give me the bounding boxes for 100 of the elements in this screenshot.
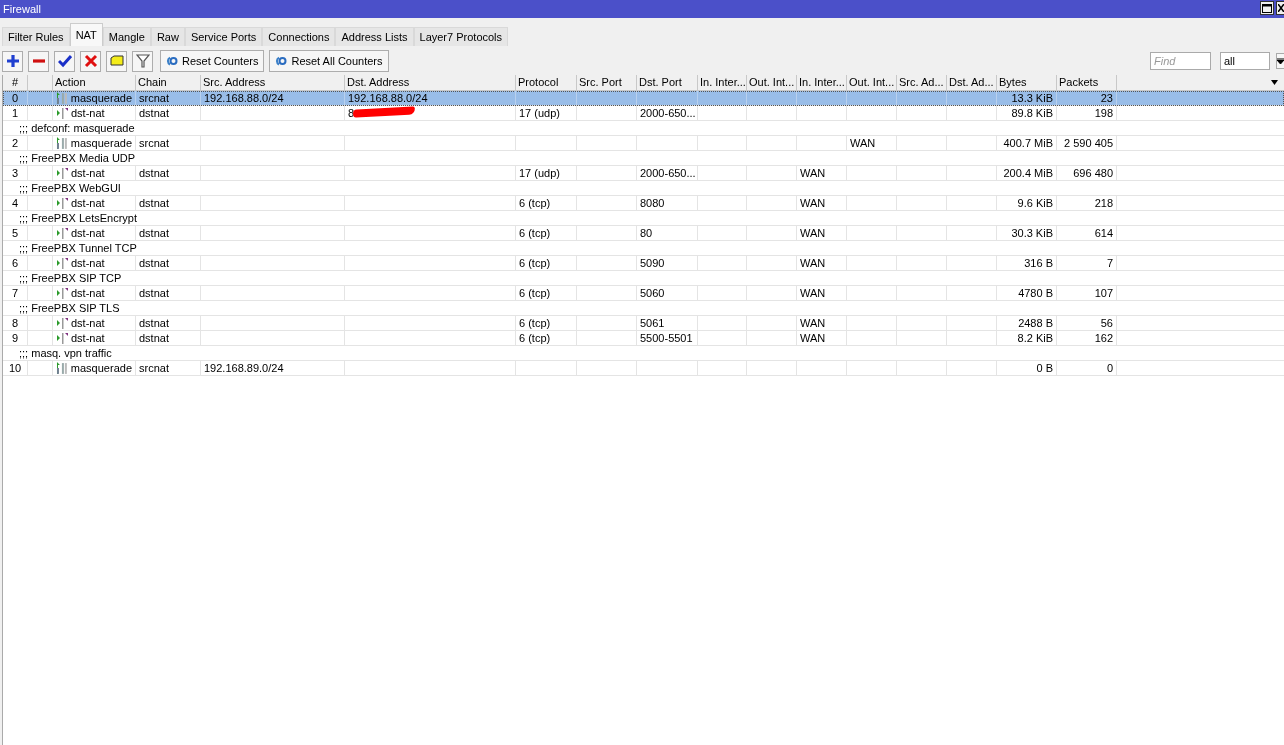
table-cell: dst-nat	[71, 196, 105, 210]
table-cell: 56	[1100, 316, 1113, 330]
cross-icon	[83, 54, 98, 68]
find-field[interactable]: Find	[1150, 52, 1211, 70]
dst-nat-icon	[56, 317, 68, 329]
table-cell: 2	[11, 136, 19, 150]
maximize-button[interactable]	[1260, 1, 1274, 15]
column-header[interactable]: Dst. Port	[637, 75, 698, 90]
reset-icon	[166, 56, 178, 66]
table-cell: 3	[11, 166, 19, 180]
table-row[interactable]: 7 dst-nat dstnat 6 (tcp) 5060 WAN 4780 B 107	[3, 286, 1284, 301]
column-header[interactable]: Chain	[136, 75, 201, 90]
table-cell: 107	[1094, 286, 1113, 300]
table-cell: 6	[11, 256, 19, 270]
dst-nat-icon	[56, 332, 68, 344]
table-cell: 2000-650...	[640, 106, 696, 120]
reset-button[interactable]: Reset All Counters	[269, 50, 389, 72]
checkmark-icon	[57, 54, 72, 68]
dst-nat-icon	[56, 167, 68, 179]
table-cell: 218	[1094, 196, 1113, 210]
table-cell: WAN	[800, 256, 826, 270]
table-cell: 6 (tcp)	[519, 226, 551, 240]
column-header[interactable]: Action	[53, 75, 136, 90]
table-row[interactable]: 4 dst-nat dstnat 6 (tcp) 8080 WAN 9.6 KiB 218	[3, 196, 1284, 211]
column-header[interactable]: Dst. Ad...	[947, 75, 997, 90]
table-cell: 6 (tcp)	[519, 256, 551, 270]
table-cell: 5	[11, 226, 19, 240]
table-cell: dst-nat	[71, 256, 105, 270]
comment-button[interactable]	[106, 50, 127, 72]
column-header[interactable]: Bytes	[997, 75, 1057, 90]
column-header[interactable]: Src. Port	[577, 75, 637, 90]
table-cell: WAN	[800, 316, 826, 330]
caret-icon	[1277, 58, 1284, 64]
remove-button[interactable]	[28, 50, 49, 72]
table-row[interactable]: 2 masquerade srcnat WAN 400.7 MiB 2 590 405	[3, 136, 1284, 151]
table-row[interactable]: 0 masquerade srcnat 192.168.88.0/24 192.168.88.0/24 13.3 KiB 23	[3, 91, 1284, 106]
table-cell: masquerade	[70, 361, 132, 375]
dst-nat-icon	[56, 227, 68, 239]
table-cell: dstnat	[139, 256, 169, 270]
column-header[interactable]: In. Inter...	[797, 75, 847, 90]
table-cell: dst-nat	[71, 166, 105, 180]
enable-button[interactable]	[54, 50, 75, 72]
table-cell: 5090	[640, 256, 665, 270]
table-row[interactable]: 3 dst-nat dstnat 17 (udp) 2000-650... WAN 200.4 MiB 696 480	[3, 166, 1284, 181]
table-cell: srcnat	[139, 136, 169, 150]
reset-button[interactable]: Reset Counters	[160, 50, 265, 72]
column-header[interactable]: #	[3, 75, 28, 90]
table-cell: srcnat	[139, 91, 169, 105]
column-menu-icon	[1271, 80, 1278, 85]
table-cell: WAN	[800, 166, 826, 180]
table-cell: WAN	[800, 331, 826, 345]
column-header[interactable]: Src. Address	[201, 75, 345, 90]
table-row[interactable]: 1 dst-nat dstnat 8 17 (udp) 2000-650... 89.8 KiB 198	[3, 106, 1284, 121]
column-header[interactable]: Packets	[1057, 75, 1117, 90]
table-cell: 6 (tcp)	[519, 316, 551, 330]
table-cell: 5061	[640, 316, 665, 330]
close-button[interactable]	[1276, 1, 1284, 15]
table-cell: 6 (tcp)	[519, 331, 551, 345]
table-cell: 8	[11, 316, 19, 330]
table-cell: 5500-5501	[640, 331, 693, 345]
column-header[interactable]: Dst. Address	[345, 75, 516, 90]
table-cell: 2 590 405	[1064, 136, 1113, 150]
tab[interactable]: Layer7 Protocols	[413, 27, 509, 46]
tab[interactable]: Address Lists	[335, 27, 414, 46]
dst-nat-icon	[56, 287, 68, 299]
tab[interactable]: Filter Rules	[2, 27, 70, 46]
disable-button[interactable]	[80, 50, 101, 72]
table-cell: 23	[1100, 91, 1113, 105]
column-header[interactable]: Protocol	[516, 75, 577, 90]
table-cell: dst-nat	[71, 106, 105, 120]
table-row[interactable]: 8 dst-nat dstnat 6 (tcp) 5061 WAN 2488 B 56	[3, 316, 1284, 331]
column-header[interactable]: Out. Int...	[747, 75, 797, 90]
table-cell: 9.6 KiB	[1017, 196, 1053, 210]
tab[interactable]: Raw	[150, 27, 185, 46]
tab[interactable]: Mangle	[102, 27, 151, 46]
table-row[interactable]: 5 dst-nat dstnat 6 (tcp) 80 WAN 30.3 KiB 614	[3, 226, 1284, 241]
table-cell: 0	[11, 91, 19, 105]
table-cell: 6 (tcp)	[519, 286, 551, 300]
table-row[interactable]: 6 dst-nat dstnat 6 (tcp) 5090 WAN 316 B 7	[3, 256, 1284, 271]
table-cell: srcnat	[139, 361, 169, 375]
tab[interactable]: Connections	[262, 27, 336, 46]
add-button[interactable]	[2, 50, 23, 72]
filter-dropdown[interactable]: all	[1220, 52, 1270, 70]
column-header[interactable]: In. Inter...	[698, 75, 747, 90]
filter-icon	[135, 54, 150, 68]
column-header[interactable]: Src. Ad...	[897, 75, 947, 90]
table-cell: 8	[348, 106, 355, 120]
column-header[interactable]: Out. Int...	[847, 75, 897, 90]
table-cell: 6 (tcp)	[519, 196, 551, 210]
table-row[interactable]: 10 masquerade srcnat 192.168.89.0/24 0 B 0	[3, 361, 1284, 376]
table-cell: 2000-650...	[640, 166, 696, 180]
close-icon	[1277, 4, 1284, 12]
dropdown-button[interactable]	[1276, 53, 1284, 69]
tab[interactable]: Service Ports	[184, 27, 263, 46]
table-row[interactable]: 9 dst-nat dstnat 6 (tcp) 5500-5501 WAN 8.2 KiB 162	[3, 331, 1284, 346]
filter-button[interactable]	[132, 50, 153, 72]
table-cell: 13.3 KiB	[1011, 91, 1053, 105]
table-cell: dstnat	[139, 226, 169, 240]
tab[interactable]: NAT	[69, 23, 103, 46]
table-cell: dstnat	[139, 316, 169, 330]
